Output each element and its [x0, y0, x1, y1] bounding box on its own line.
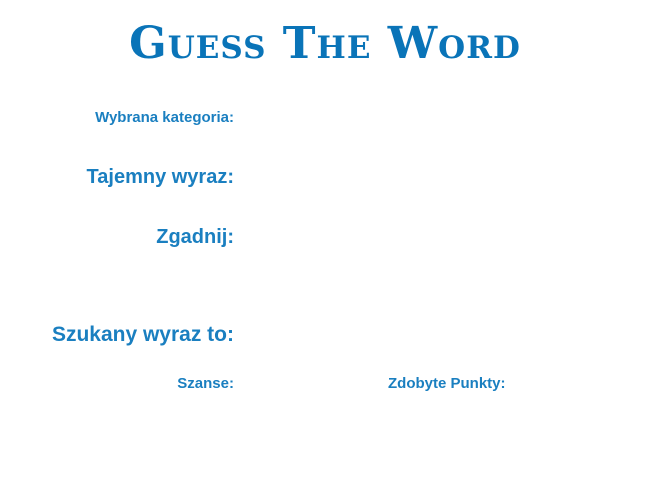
- page-title: Guess The Word: [129, 18, 521, 69]
- guess-the-word-app: Guess The Word Wybrana kategoria: Tajemn…: [0, 0, 650, 490]
- category-label: Wybrana kategoria:: [95, 109, 234, 126]
- guess-label: Zgadnij:: [156, 226, 234, 248]
- secret-word-label: Tajemny wyraz:: [86, 166, 234, 188]
- answer-label: Szukany wyraz to:: [51, 323, 234, 346]
- chances-label: Szanse:: [177, 375, 234, 392]
- points-label: Zdobyte Punkty:: [388, 375, 506, 392]
